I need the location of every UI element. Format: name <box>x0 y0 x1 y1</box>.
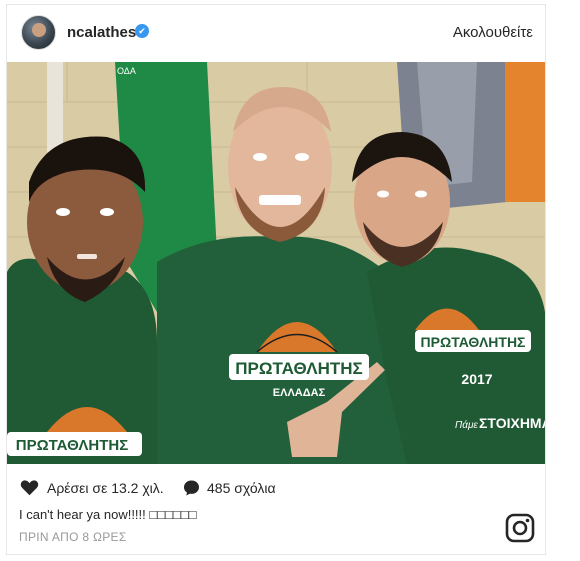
shirt-small-right: Πάμε <box>455 419 478 431</box>
post-photo[interactable]: ΟΔΑ ΠΡΩΤΑΘΛΗΤΗΣ ΕΛΛΑΔΑΣ ΠΡΩΤΑΘΛΗΤΗΣ 2017… <box>7 62 545 464</box>
jersey-tag-text: ΟΔΑ <box>117 66 136 76</box>
instagram-logo-icon[interactable] <box>505 513 535 543</box>
post-actions-bar: Αρέσει σε 13.2 χιλ. 485 σχόλια <box>7 477 545 501</box>
shirt-year-right: 2017 <box>461 371 492 387</box>
shirt-text-right: ΠΡΩΤΑΘΛΗΤΗΣ <box>421 334 526 350</box>
verified-badge-icon: ✔ <box>135 24 149 38</box>
follow-status-button[interactable]: Ακολουθείτε <box>453 24 533 41</box>
shirt-text-left: ΠΡΩΤΑΘΛΗΤΗΣ <box>16 437 128 454</box>
post-header: ncalathes ✔ Ακολουθείτε <box>7 5 545 62</box>
username[interactable]: ncalathes <box>67 24 136 41</box>
comments-count[interactable]: 485 σχόλια <box>207 480 276 496</box>
post-timestamp[interactable]: ΠΡΙΝ ΑΠΟ 8 ΩΡΕΣ <box>19 530 127 544</box>
shirt-slogan-right: ΣΤΟΙΧΗΜΑ <box>479 415 545 431</box>
shirt-text-center: ΠΡΩΤΑΘΛΗΤΗΣ <box>235 359 362 378</box>
shirt-subtext-center: ΕΛΛΑΔΑΣ <box>273 387 326 399</box>
post-caption: I can't hear ya now!!!!! □□□□□□ <box>19 507 197 522</box>
photo-illustration: ΟΔΑ ΠΡΩΤΑΘΛΗΤΗΣ ΕΛΛΑΔΑΣ ΠΡΩΤΑΘΛΗΤΗΣ 2017… <box>7 62 545 464</box>
likes-count[interactable]: Αρέσει σε 13.2 χιλ. <box>47 480 164 496</box>
speech-bubble-icon[interactable] <box>182 479 201 497</box>
heart-icon[interactable] <box>20 479 39 496</box>
profile-avatar[interactable] <box>21 15 56 50</box>
instagram-post-card: ncalathes ✔ Ακολουθείτε ΟΔΑ ΠΡΩΤΑΘΛΗΤΗΣ … <box>6 4 546 555</box>
